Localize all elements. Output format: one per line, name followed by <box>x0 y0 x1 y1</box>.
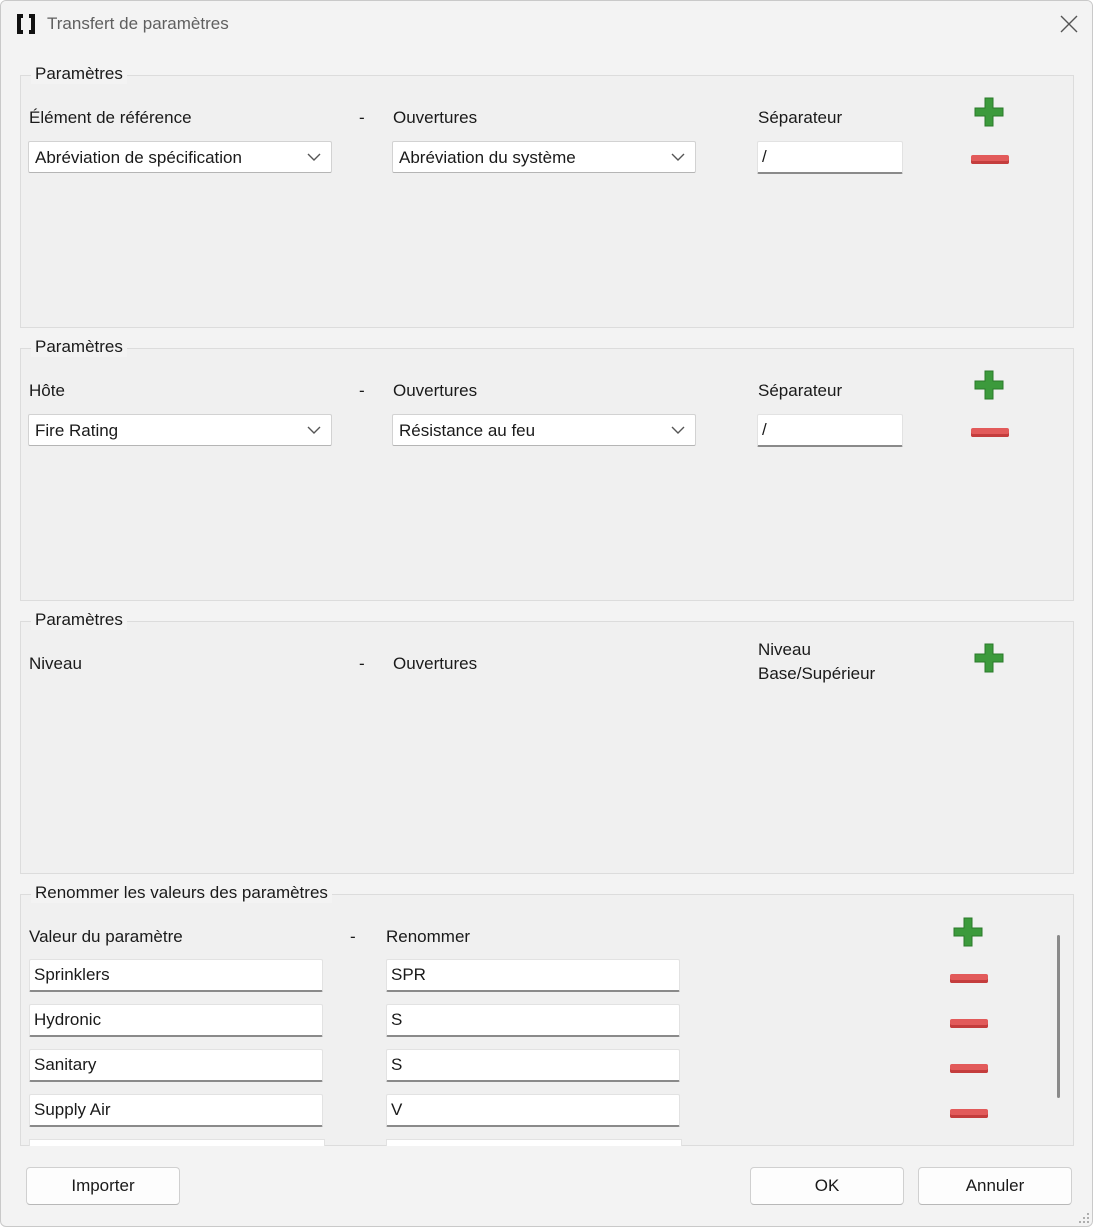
group-legend: Paramètres <box>31 610 127 630</box>
remove-rename-row-button[interactable] <box>950 974 988 983</box>
chevron-down-icon <box>671 153 685 161</box>
chevron-down-icon <box>307 153 321 161</box>
title-bar: Transfert de paramètres <box>1 1 1092 49</box>
window-title: Transfert de paramètres <box>47 14 229 33</box>
import-button[interactable]: Importer <box>26 1167 180 1205</box>
next-row-partial <box>386 1139 682 1146</box>
separator-label: Séparateur <box>758 108 843 127</box>
separator-input[interactable] <box>757 414 903 447</box>
dash-label: - <box>359 108 365 127</box>
group-legend: Paramètres <box>31 337 127 357</box>
rename-values-group: Renommer les valeurs des paramètres Vale… <box>20 883 1074 1146</box>
cancel-button[interactable]: Annuler <box>918 1167 1072 1205</box>
close-icon <box>1060 15 1078 33</box>
level-label: Niveau <box>29 654 82 673</box>
vertical-scrollbar[interactable] <box>1057 935 1060 1098</box>
chevron-down-icon <box>671 426 685 434</box>
dropdown-value: Abréviation de spécification <box>35 148 242 167</box>
resize-grip-icon[interactable] <box>1078 1212 1090 1224</box>
host-dropdown[interactable]: Fire Rating <box>28 414 332 446</box>
app-bracket-icon <box>17 14 35 34</box>
remove-rename-row-button[interactable] <box>950 1019 988 1028</box>
parameters-group-2: Paramètres Hôte - Ouvertures Séparateur … <box>20 337 1074 601</box>
parameter-value-input[interactable] <box>29 1094 323 1127</box>
openings-label: Ouvertures <box>393 654 478 673</box>
rename-input[interactable] <box>386 1004 680 1037</box>
add-row-plus-icon[interactable] <box>973 369 1005 401</box>
dash-label: - <box>350 927 356 946</box>
dash-label: - <box>359 654 365 673</box>
group-legend: Renommer les valeurs des paramètres <box>31 883 332 903</box>
parameters-group-3: Paramètres Niveau - Ouvertures Niveau Ba… <box>20 610 1074 874</box>
reference-element-dropdown[interactable]: Abréviation de spécification <box>28 141 332 173</box>
dialog-window: Transfert de paramètres Paramètres Éléme… <box>0 0 1093 1227</box>
remove-row-button[interactable] <box>971 155 1009 164</box>
remove-rename-row-button[interactable] <box>950 1109 988 1118</box>
ok-button[interactable]: OK <box>750 1167 904 1205</box>
openings-label: Ouvertures <box>393 108 478 127</box>
separator-input[interactable] <box>757 141 903 174</box>
parameter-value-input[interactable] <box>29 1049 323 1082</box>
parameter-value-label: Valeur du paramètre <box>29 927 183 946</box>
host-label: Hôte <box>29 381 65 400</box>
dropdown-value: Abréviation du système <box>399 148 576 167</box>
close-button[interactable] <box>1046 1 1092 47</box>
dropdown-value: Fire Rating <box>35 421 119 440</box>
reference-element-label: Élément de référence <box>29 108 192 127</box>
remove-row-button[interactable] <box>971 428 1009 437</box>
openings-dropdown[interactable]: Résistance au feu <box>392 414 696 446</box>
rename-input[interactable] <box>386 1094 680 1127</box>
separator-label: Séparateur <box>758 381 843 400</box>
rename-input[interactable] <box>386 1049 680 1082</box>
next-row-partial <box>29 1139 325 1146</box>
group-legend: Paramètres <box>31 64 127 84</box>
dash-label: - <box>359 381 365 400</box>
add-row-plus-icon[interactable] <box>973 96 1005 128</box>
parameters-group-1: Paramètres Élément de référence - Ouvert… <box>20 64 1074 328</box>
parameter-value-input[interactable] <box>29 959 323 992</box>
dropdown-value: Résistance au feu <box>399 421 536 440</box>
openings-dropdown[interactable]: Abréviation du système <box>392 141 696 173</box>
chevron-down-icon <box>307 426 321 434</box>
level-base-top-label: Niveau Base/Supérieur <box>758 640 876 683</box>
remove-rename-row-button[interactable] <box>950 1064 988 1073</box>
rename-label: Renommer <box>386 927 471 946</box>
add-row-plus-icon[interactable] <box>973 642 1005 674</box>
rename-input[interactable] <box>386 959 680 992</box>
openings-label: Ouvertures <box>393 381 478 400</box>
add-rename-row-plus-icon[interactable] <box>952 916 984 948</box>
parameter-value-input[interactable] <box>29 1004 323 1037</box>
